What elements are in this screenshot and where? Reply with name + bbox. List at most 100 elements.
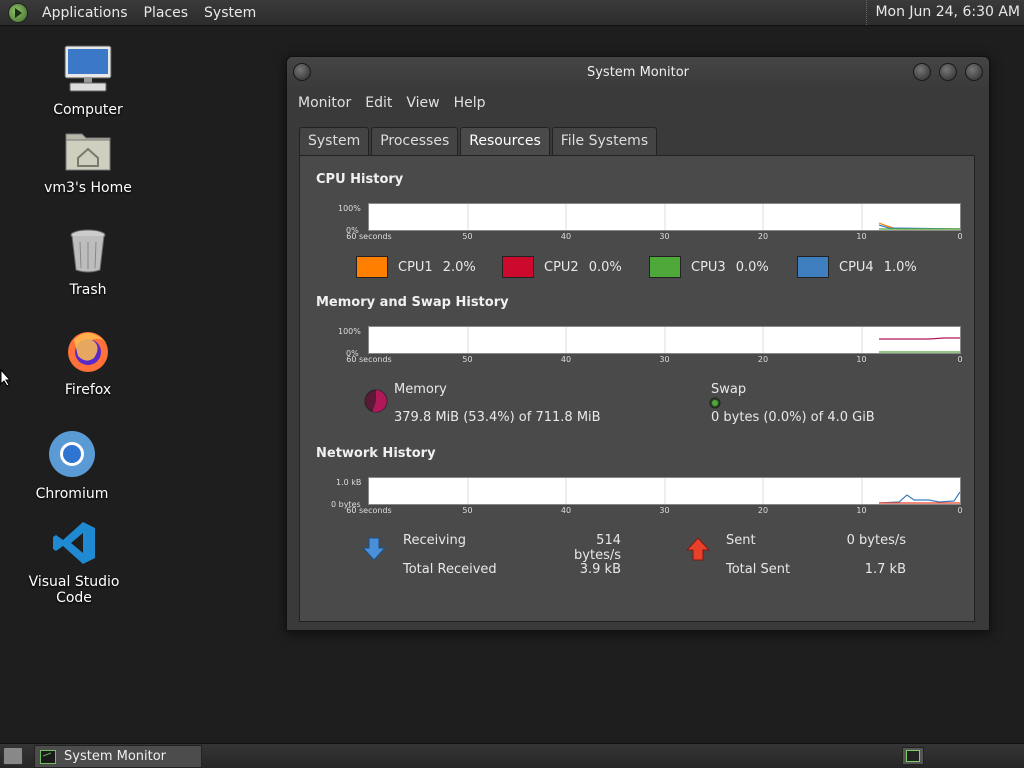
chromium-icon: [49, 431, 95, 477]
cpu4-value: 1.0%: [883, 259, 917, 275]
desktop-icon-firefox[interactable]: Firefox: [28, 326, 148, 398]
cpu3-label: CPU3: [691, 259, 726, 275]
close-button[interactable]: [965, 63, 983, 81]
memory-y-top: 100%: [338, 327, 361, 336]
x-tick-label: 30: [659, 506, 670, 515]
app-menu-logo-icon[interactable]: [8, 2, 28, 23]
minimize-button[interactable]: [913, 63, 931, 81]
x-tick-label: 60 seconds: [346, 355, 392, 364]
cpu4-color-swatch[interactable]: [797, 256, 829, 278]
bottom-panel: System Monitor: [0, 743, 1024, 768]
desktop-icon-computer[interactable]: Computer: [28, 44, 148, 118]
system-monitor-icon: [40, 749, 56, 764]
cpu1-legend: CPU1 2.0%: [356, 256, 476, 278]
desktop-icon-label: Firefox: [64, 382, 112, 398]
x-tick-label: 40: [560, 506, 572, 515]
desktop-icon-label: vm3's Home: [44, 180, 132, 196]
places-menu[interactable]: Places: [136, 5, 197, 21]
cpu2-label: CPU2: [544, 259, 579, 275]
cpu3-legend: CPU3 0.0%: [649, 256, 769, 278]
total-received-label: Total Received: [403, 562, 497, 577]
swap-value: 0 bytes (0.0%) of 4.0 GiB: [711, 410, 875, 425]
clock[interactable]: Mon Jun 24, 6:30 AM: [866, 0, 1020, 25]
memory-history-title: Memory and Swap History: [316, 295, 509, 310]
cpu4-label: CPU4: [839, 259, 874, 275]
memory-trace: [879, 337, 960, 340]
show-desktop-icon[interactable]: [3, 747, 23, 765]
x-tick-label: 10: [856, 506, 867, 515]
menu-help[interactable]: Help: [447, 95, 493, 111]
x-tick-label: 60 seconds: [346, 506, 392, 515]
network-y-top: 1.0 kB: [336, 478, 362, 487]
notebook: System Processes Resources File Systems …: [299, 127, 975, 622]
memory-history-graph: [368, 326, 961, 354]
x-tick-label: 0: [957, 232, 963, 241]
sent-arrow-icon[interactable]: [685, 536, 711, 562]
computer-icon: [64, 45, 112, 92]
x-tick-label: 50: [462, 355, 473, 364]
receiving-label: Receiving: [403, 533, 467, 548]
swap-pie-icon[interactable]: [708, 396, 722, 410]
x-tick-label: 50: [462, 232, 473, 241]
vscode-icon: [53, 522, 95, 564]
memory-pie-icon[interactable]: [363, 388, 389, 414]
network-history-title: Network History: [316, 446, 436, 461]
window-title: System Monitor: [586, 65, 690, 80]
desktop-icon-label: Computer: [53, 102, 123, 118]
system-monitor-window: System Monitor Monitor Edit View Help Sy…: [286, 56, 990, 631]
cpu-y-top: 100%: [338, 204, 361, 213]
tab-processes[interactable]: Processes: [371, 127, 459, 155]
network-history-graph: [368, 477, 961, 505]
taskbar-button-system-monitor[interactable]: System Monitor: [34, 745, 202, 768]
desktop-icon-trash[interactable]: Trash: [28, 228, 148, 298]
receiving-value: 514 bytes/s: [574, 533, 621, 563]
x-tick-label: 50: [462, 506, 473, 515]
taskbar-button-label: System Monitor: [64, 749, 167, 764]
x-tick-label: 10: [856, 355, 867, 364]
top-panel: Applications Places System Mon Jun 24, 6…: [0, 0, 1024, 26]
menu-monitor[interactable]: Monitor: [291, 95, 358, 111]
workspace-switcher[interactable]: [902, 747, 924, 765]
window-titlebar[interactable]: System Monitor: [287, 57, 989, 89]
memory-label: Memory: [394, 382, 447, 397]
cpu3-color-swatch[interactable]: [649, 256, 681, 278]
memory-value: 379.8 MiB (53.4%) of 711.8 MiB: [394, 410, 601, 425]
desktop-icon-label: Trash: [69, 282, 107, 298]
tab-resources[interactable]: Resources: [460, 127, 550, 156]
desktop-icon-home[interactable]: vm3's Home: [28, 128, 148, 196]
x-tick-label: 40: [560, 355, 572, 364]
x-tick-label: 0: [957, 506, 963, 515]
tab-system[interactable]: System: [299, 127, 370, 155]
cpu2-value: 0.0%: [588, 259, 622, 275]
x-tick-label: 30: [659, 355, 670, 364]
firefox-icon: [68, 332, 108, 372]
memory-graph-canvas: [467, 327, 960, 353]
total-sent-value: 1.7 kB: [864, 562, 906, 577]
cpu1-value: 2.0%: [442, 259, 476, 275]
sent-label: Sent: [726, 533, 756, 548]
desktop-icon-label: Chromium: [35, 486, 109, 502]
desktop-icon-vscode[interactable]: Visual Studio Code: [14, 520, 134, 606]
x-tick-label: 0: [957, 355, 963, 364]
x-tick-label: 20: [757, 355, 769, 364]
cpu-graph-canvas: [467, 204, 960, 230]
resources-page: CPU History 100% 0% 60 seconds 50 40 30 20 10…: [299, 155, 975, 622]
tab-file-systems[interactable]: File Systems: [551, 127, 658, 155]
workspace-1[interactable]: [906, 750, 920, 762]
cpu2-color-swatch[interactable]: [502, 256, 534, 278]
cpu1-color-swatch[interactable]: [356, 256, 388, 278]
menu-view[interactable]: View: [399, 95, 446, 111]
system-menu[interactable]: System: [196, 5, 264, 21]
cpu-history-graph: [368, 203, 961, 231]
menubar: Monitor Edit View Help: [287, 89, 989, 117]
applications-menu[interactable]: Applications: [34, 5, 136, 21]
network-graph-canvas: [467, 478, 960, 504]
x-tick-label: 30: [659, 232, 670, 241]
desktop-icon-chromium[interactable]: Chromium: [12, 430, 132, 502]
receiving-arrow-icon[interactable]: [361, 536, 387, 562]
maximize-button[interactable]: [939, 63, 957, 81]
x-tick-label: 20: [757, 506, 769, 515]
menu-edit[interactable]: Edit: [358, 95, 399, 111]
cpu4-legend: CPU4 1.0%: [797, 256, 917, 278]
x-tick-label: 10: [856, 232, 867, 241]
